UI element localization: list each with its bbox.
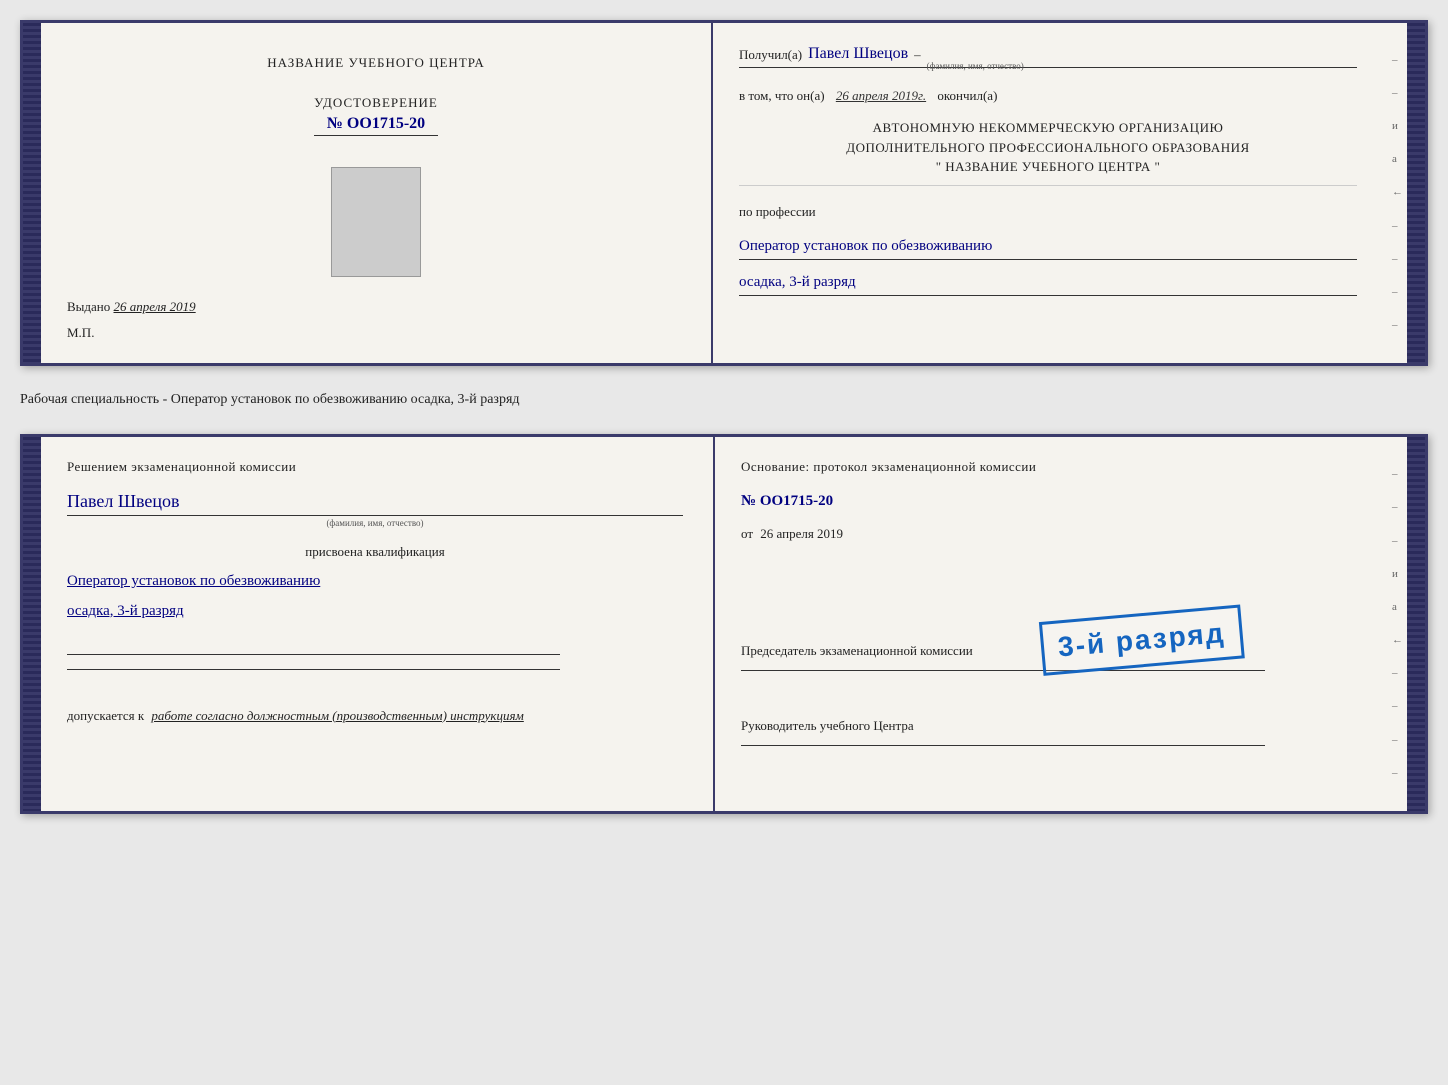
- date-prefix: в том, что он(а): [739, 88, 825, 103]
- recipient-name: Павел Швецов: [808, 45, 908, 63]
- top-doc-left: НАЗВАНИЕ УЧЕБНОГО ЦЕНТРА УДОСТОВЕРЕНИЕ №…: [41, 23, 713, 363]
- org-line3: " НАЗВАНИЕ УЧЕБНОГО ЦЕНТРА ": [739, 157, 1357, 177]
- org-block: АВТОНОМНУЮ НЕКОММЕРЧЕСКУЮ ОРГАНИЗАЦИЮ ДО…: [739, 118, 1357, 186]
- assigned-label: присвоена квалификация: [67, 544, 683, 560]
- sig-line-1: [67, 654, 560, 655]
- director-block: Руководитель учебного Центра: [741, 703, 1357, 756]
- basis-title: Основание: протокол экзаменационной коми…: [741, 459, 1357, 475]
- cert-number: № OO1715-20: [314, 115, 438, 136]
- top-center-title: НАЗВАНИЕ УЧЕБНОГО ЦЕНТРА: [267, 55, 484, 71]
- chairman-sig-line: [741, 670, 1265, 671]
- separator-text: Рабочая специальность - Оператор установ…: [20, 384, 1428, 416]
- decision-title: Решением экзаменационной комиссии: [67, 459, 683, 475]
- date-line: в том, что он(а) 26 апреля 2019г. окончи…: [739, 88, 1357, 104]
- fio-label-top: (фамилия, имя, отчество): [927, 61, 1024, 71]
- person-name-block: Павел Швецов (фамилия, имя, отчество): [67, 491, 683, 528]
- cert-block: УДОСТОВЕРЕНИЕ № OO1715-20: [314, 95, 438, 136]
- dash: –: [914, 47, 921, 63]
- mp-label: М.П.: [67, 325, 94, 341]
- sig-line-2: [67, 669, 560, 670]
- qual-value: Оператор установок по обезвоживанию: [67, 570, 683, 593]
- recipient-prefix: Получил(а): [739, 47, 802, 63]
- right-ticks-bottom: – – – и а ← – – – –: [1392, 447, 1403, 801]
- director-sig-line: [741, 745, 1265, 746]
- issued-date: 26 апреля 2019: [114, 299, 196, 314]
- date-value: 26 апреля 2019г.: [836, 88, 926, 103]
- person-name: Павел Швецов: [67, 491, 683, 516]
- bottom-document: Решением экзаменационной комиссии Павел …: [20, 434, 1428, 814]
- date-suffix: окончил(а): [937, 88, 997, 103]
- issued-prefix: Выдано: [67, 299, 110, 314]
- fio-label-bottom: (фамилия, имя, отчество): [67, 518, 683, 528]
- right-ticks-top: – – и а ← – – – –: [1392, 33, 1403, 353]
- cert-label: УДОСТОВЕРЕНИЕ: [314, 95, 438, 111]
- допускается-prefix: допускается к: [67, 708, 144, 723]
- top-doc-right: Получил(а) Павел Швецов – (фамилия, имя,…: [713, 23, 1407, 363]
- org-line2: ДОПОЛНИТЕЛЬНОГО ПРОФЕССИОНАЛЬНОГО ОБРАЗО…: [739, 138, 1357, 158]
- recipient-line: Получил(а) Павел Швецов – (фамилия, имя,…: [739, 45, 1357, 68]
- date-value-bottom: 26 апреля 2019: [760, 526, 843, 541]
- issued-line: Выдано 26 апреля 2019: [67, 299, 196, 315]
- signature-lines-left: [67, 640, 683, 684]
- director-label: Руководитель учебного Центра: [741, 717, 1357, 735]
- date-prefix-bottom: от: [741, 526, 753, 541]
- bottom-doc-right: Основание: протокол экзаменационной коми…: [715, 437, 1407, 811]
- org-line1: АВТОНОМНУЮ НЕКОММЕРЧЕСКУЮ ОРГАНИЗАЦИЮ: [739, 118, 1357, 138]
- protocol-number: № OO1715-20: [741, 493, 1357, 510]
- rank-value-bottom: осадка, 3-й разряд: [67, 603, 683, 620]
- rank-value-top: осадка, 3-й разряд: [739, 274, 1357, 296]
- profession-value: Оператор установок по обезвоживанию: [739, 238, 1357, 260]
- top-document: НАЗВАНИЕ УЧЕБНОГО ЦЕНТРА УДОСТОВЕРЕНИЕ №…: [20, 20, 1428, 366]
- photo-placeholder: [331, 167, 421, 277]
- допускается-value: работе согласно должностным (производств…: [151, 708, 523, 723]
- protocol-date: от 26 апреля 2019: [741, 526, 1357, 542]
- bottom-doc-left: Решением экзаменационной комиссии Павел …: [41, 437, 715, 811]
- profession-label: по профессии: [739, 204, 1357, 220]
- page-wrapper: НАЗВАНИЕ УЧЕБНОГО ЦЕНТРА УДОСТОВЕРЕНИЕ №…: [20, 20, 1428, 814]
- допускается-block: допускается к работе согласно должностны…: [67, 708, 683, 724]
